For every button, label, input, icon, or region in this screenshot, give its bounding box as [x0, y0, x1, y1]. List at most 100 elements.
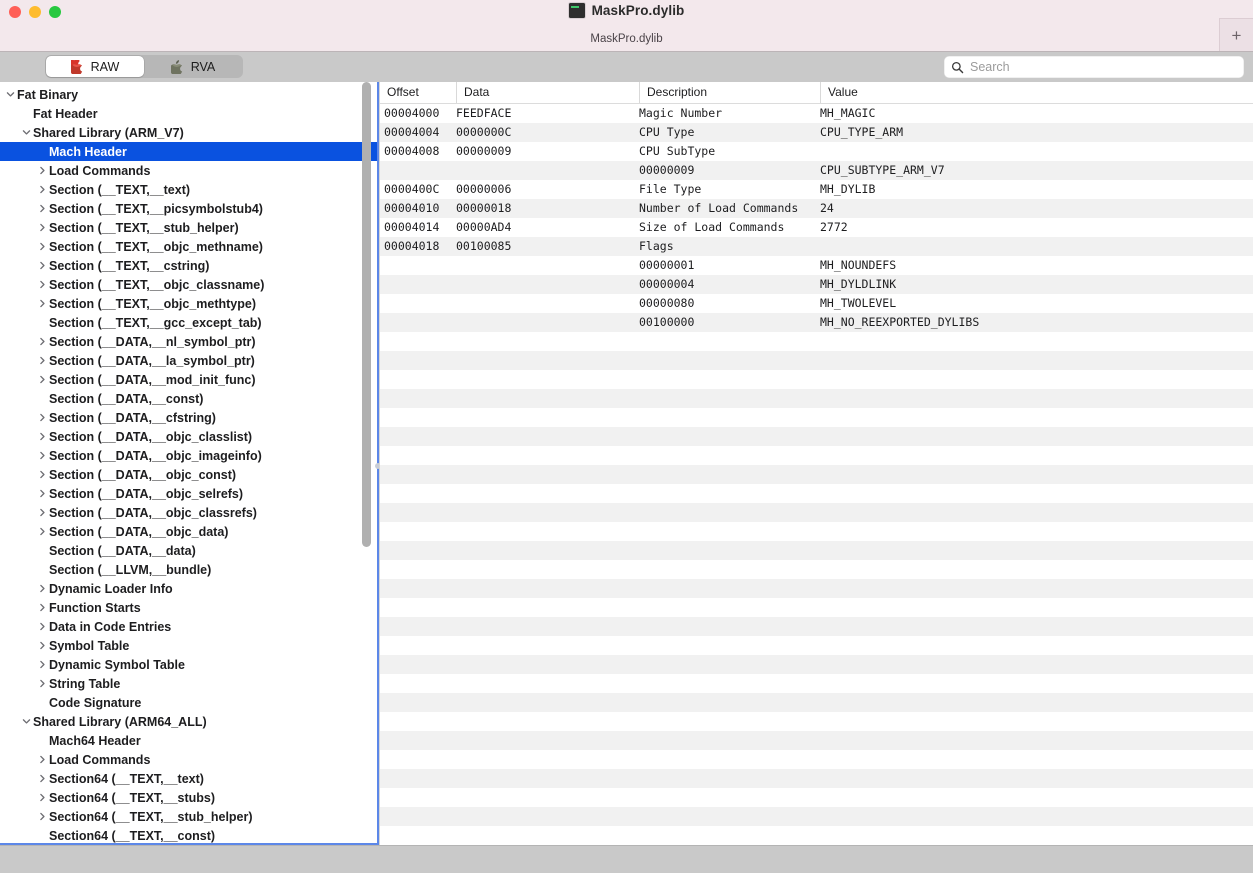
- table-row[interactable]: 00000009 CPU_SUBTYPE_ARM_V7: [380, 161, 1253, 180]
- table-row-empty[interactable]: [380, 332, 1253, 351]
- tree-item[interactable]: Section (__DATA,__objc_imageinfo): [0, 446, 377, 465]
- tree-item[interactable]: Section (__DATA,__nl_symbol_ptr): [0, 332, 377, 351]
- tree-item[interactable]: Section64 (__TEXT,__stub_helper): [0, 807, 377, 826]
- chevron-right-icon[interactable]: [35, 603, 49, 612]
- chevron-right-icon[interactable]: [35, 755, 49, 764]
- tree-item[interactable]: Section (__TEXT,__text): [0, 180, 377, 199]
- table-row-empty[interactable]: [380, 389, 1253, 408]
- table-row[interactable]: 0000400C 00000006 File Type MH_DYLIB: [380, 180, 1253, 199]
- tree-item[interactable]: Section (__DATA,__objc_data): [0, 522, 377, 541]
- new-tab-button[interactable]: +: [1219, 18, 1253, 52]
- tree-item[interactable]: Section (__LLVM,__bundle): [0, 560, 377, 579]
- tree-item[interactable]: Section (__DATA,__la_symbol_ptr): [0, 351, 377, 370]
- chevron-right-icon[interactable]: [35, 413, 49, 422]
- chevron-right-icon[interactable]: [35, 774, 49, 783]
- column-header[interactable]: Data: [456, 82, 639, 103]
- chevron-right-icon[interactable]: [35, 375, 49, 384]
- tree-item[interactable]: Section (__TEXT,__stub_helper): [0, 218, 377, 237]
- table-row[interactable]: 00000080 MH_TWOLEVEL: [380, 294, 1253, 313]
- tree-item[interactable]: Mach64 Header: [0, 731, 377, 750]
- table-row-empty[interactable]: [380, 693, 1253, 712]
- chevron-right-icon[interactable]: [35, 451, 49, 460]
- search-field[interactable]: [944, 56, 1244, 78]
- table-row-empty[interactable]: [380, 427, 1253, 446]
- tree-item[interactable]: Dynamic Symbol Table: [0, 655, 377, 674]
- table-row-empty[interactable]: [380, 655, 1253, 674]
- table-row-empty[interactable]: [380, 617, 1253, 636]
- chevron-down-icon[interactable]: [19, 128, 33, 137]
- table-row-empty[interactable]: [380, 579, 1253, 598]
- table-row[interactable]: 00004004 0000000C CPU Type CPU_TYPE_ARM: [380, 123, 1253, 142]
- table-row[interactable]: 00004010 00000018 Number of Load Commands 2…: [380, 199, 1253, 218]
- chevron-right-icon[interactable]: [35, 793, 49, 802]
- address-mode-segmented-control[interactable]: RAW RVA: [45, 55, 243, 78]
- tree-item[interactable]: Section (__TEXT,__objc_methtype): [0, 294, 377, 313]
- search-input[interactable]: [970, 60, 1237, 74]
- segment-raw[interactable]: RAW: [46, 56, 144, 77]
- table-row[interactable]: 00100000 MH_NO_REEXPORTED_DYLIBS: [380, 313, 1253, 332]
- chevron-right-icon[interactable]: [35, 242, 49, 251]
- tree-item[interactable]: Section64 (__TEXT,__text): [0, 769, 377, 788]
- table-row-empty[interactable]: [380, 351, 1253, 370]
- chevron-right-icon[interactable]: [35, 527, 49, 536]
- chevron-right-icon[interactable]: [35, 622, 49, 631]
- tree-item[interactable]: Section (__TEXT,__objc_methname): [0, 237, 377, 256]
- tree-item[interactable]: Shared Library (ARM_V7): [0, 123, 377, 142]
- chevron-down-icon[interactable]: [19, 717, 33, 726]
- chevron-right-icon[interactable]: [35, 812, 49, 821]
- tree-item[interactable]: Section (__TEXT,__picsymbolstub4): [0, 199, 377, 218]
- table-row-empty[interactable]: [380, 788, 1253, 807]
- chevron-right-icon[interactable]: [35, 185, 49, 194]
- tree-item[interactable]: Mach Header: [0, 142, 377, 161]
- chevron-right-icon[interactable]: [35, 489, 49, 498]
- table-row[interactable]: 00000001 MH_NOUNDEFS: [380, 256, 1253, 275]
- sidebar-scrollbar[interactable]: [362, 82, 371, 547]
- tree-item[interactable]: Section (__TEXT,__gcc_except_tab): [0, 313, 377, 332]
- table-row-empty[interactable]: [380, 750, 1253, 769]
- table-row[interactable]: 00004014 00000AD4 Size of Load Commands 277…: [380, 218, 1253, 237]
- tree-item[interactable]: Section (__DATA,__data): [0, 541, 377, 560]
- chevron-right-icon[interactable]: [35, 470, 49, 479]
- tree-item[interactable]: Function Starts: [0, 598, 377, 617]
- tree-item[interactable]: Section (__TEXT,__objc_classname): [0, 275, 377, 294]
- table-row[interactable]: 00004000 FEEDFACE Magic Number MH_MAGIC: [380, 104, 1253, 123]
- table-row-empty[interactable]: [380, 826, 1253, 845]
- tree-item[interactable]: Section (__TEXT,__cstring): [0, 256, 377, 275]
- tree-item[interactable]: Load Commands: [0, 161, 377, 180]
- chevron-right-icon[interactable]: [35, 223, 49, 232]
- table-row-empty[interactable]: [380, 769, 1253, 788]
- column-header[interactable]: Description: [639, 82, 820, 103]
- tree-item[interactable]: Fat Binary: [0, 85, 377, 104]
- tree-item[interactable]: Section (__DATA,__cfstring): [0, 408, 377, 427]
- tree-item[interactable]: Section (__DATA,__objc_classlist): [0, 427, 377, 446]
- chevron-right-icon[interactable]: [35, 337, 49, 346]
- tree-item[interactable]: Code Signature: [0, 693, 377, 712]
- tree-item[interactable]: Data in Code Entries: [0, 617, 377, 636]
- chevron-right-icon[interactable]: [35, 641, 49, 650]
- column-header[interactable]: Offset: [380, 82, 456, 103]
- tree-item[interactable]: Shared Library (ARM64_ALL): [0, 712, 377, 731]
- tree-item[interactable]: Section (__DATA,__const): [0, 389, 377, 408]
- table-row[interactable]: 00000004 MH_DYLDLINK: [380, 275, 1253, 294]
- chevron-down-icon[interactable]: [3, 90, 17, 99]
- chevron-right-icon[interactable]: [35, 261, 49, 270]
- chevron-right-icon[interactable]: [35, 432, 49, 441]
- table-row-empty[interactable]: [380, 408, 1253, 427]
- table-row-empty[interactable]: [380, 503, 1253, 522]
- chevron-right-icon[interactable]: [35, 584, 49, 593]
- tree-item[interactable]: Section (__DATA,__objc_selrefs): [0, 484, 377, 503]
- table-row-empty[interactable]: [380, 560, 1253, 579]
- chevron-right-icon[interactable]: [35, 356, 49, 365]
- tree-item[interactable]: Section (__DATA,__objc_const): [0, 465, 377, 484]
- table-row-empty[interactable]: [380, 465, 1253, 484]
- table-row-empty[interactable]: [380, 807, 1253, 826]
- table-row-empty[interactable]: [380, 484, 1253, 503]
- chevron-right-icon[interactable]: [35, 299, 49, 308]
- tree-item[interactable]: Load Commands: [0, 750, 377, 769]
- sidebar-scroll-area[interactable]: Fat Binary Fat Header Shared Library (ARM_…: [0, 82, 377, 843]
- table-row-empty[interactable]: [380, 370, 1253, 389]
- chevron-right-icon[interactable]: [35, 280, 49, 289]
- chevron-right-icon[interactable]: [35, 204, 49, 213]
- chevron-right-icon[interactable]: [35, 660, 49, 669]
- table-row-empty[interactable]: [380, 636, 1253, 655]
